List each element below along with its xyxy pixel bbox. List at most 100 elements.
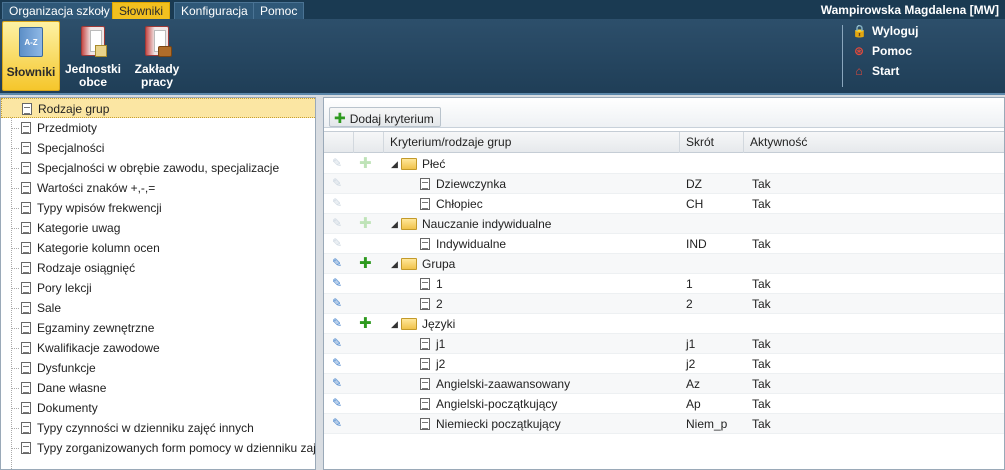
tree-item[interactable]: Kwalifikacje zawodowe [1, 338, 315, 358]
logout-link[interactable]: 🔒 Wyloguj [852, 23, 918, 39]
tree-item[interactable]: Dokumenty [1, 398, 315, 418]
group-row[interactable]: ✎ ✚ ◢ Nauczanie indywidualne [324, 214, 1004, 234]
document-icon [21, 402, 31, 414]
tree-item[interactable]: Typy czynności w dzienniku zajęć innych [1, 418, 315, 438]
folder-icon [401, 218, 417, 230]
tab-organizacja-szkoly[interactable]: Organizacja szkoły [2, 2, 117, 19]
group-row[interactable]: ✎ ✚ ◢ Grupa [324, 254, 1004, 274]
criterion-name-cell: j2 [436, 357, 446, 371]
tree-item[interactable]: Sale [1, 298, 315, 318]
header-criterion[interactable]: Kryterium/rodzaje grup [384, 132, 680, 153]
grid-header: Kryterium/rodzaje grup Skrót Aktywność [324, 131, 1004, 153]
ribbon-button-slowniki[interactable]: A-Z Słowniki [2, 21, 60, 91]
ribbon-button-jednostki-obce[interactable]: Jednostki obce [64, 21, 122, 91]
table-row[interactable]: ✎ Angielski-zaawansowany Az Tak [324, 374, 1004, 394]
tree-item[interactable]: Dane własne [1, 378, 315, 398]
ribbon-button-zaklady-pracy[interactable]: Zakłady pracy [128, 21, 186, 91]
activity-cell: Tak [752, 417, 771, 431]
tree-item[interactable]: Rodzaje osiągnięć [1, 258, 315, 278]
edit-pencil-icon[interactable]: ✎ [332, 417, 342, 430]
document-icon [420, 238, 430, 250]
expand-caret-icon[interactable]: ◢ [391, 214, 398, 234]
tab-pomoc[interactable]: Pomoc [253, 2, 305, 19]
add-item-icon[interactable]: ✚ [359, 154, 372, 174]
edit-pencil-icon[interactable]: ✎ [332, 317, 342, 330]
edit-pencil-icon[interactable]: ✎ [332, 237, 342, 250]
tree-item[interactable]: Specjalności w obrębie zawodu, specjaliz… [1, 158, 315, 178]
add-item-icon[interactable]: ✚ [359, 314, 372, 334]
edit-pencil-icon[interactable]: ✎ [332, 377, 342, 390]
criterion-name-cell: j1 [436, 337, 446, 351]
tree-item[interactable]: Specjalności [1, 138, 315, 158]
edit-pencil-icon[interactable]: ✎ [332, 157, 342, 170]
document-icon [21, 222, 31, 234]
expand-caret-icon[interactable]: ◢ [391, 154, 398, 174]
tree-item-label: Pory lekcji [37, 281, 92, 295]
table-row[interactable]: ✎ Angielski-początkujący Ap Tak [324, 394, 1004, 414]
short-cell: Niem_p [686, 417, 728, 431]
activity-cell: Tak [752, 337, 771, 351]
document-icon [21, 142, 31, 154]
tree-item[interactable]: Egzaminy zewnętrzne [1, 318, 315, 338]
tab-slowniki[interactable]: Słowniki [112, 2, 171, 19]
header-activity[interactable]: Aktywność [744, 132, 1004, 153]
header-short[interactable]: Skrót [680, 132, 744, 153]
tree-item[interactable]: Przedmioty [1, 118, 315, 138]
add-criterion-button[interactable]: ✚ Dodaj kryterium [329, 107, 441, 127]
add-item-icon[interactable]: ✚ [359, 254, 372, 274]
edit-pencil-icon[interactable]: ✎ [332, 297, 342, 310]
help-link[interactable]: ⊛ Pomoc [852, 43, 912, 59]
group-row[interactable]: ✎ ✚ ◢ Języki [324, 314, 1004, 334]
table-row[interactable]: ✎ Indywidualne IND Tak [324, 234, 1004, 254]
expand-caret-icon[interactable]: ◢ [391, 314, 398, 334]
add-item-icon[interactable]: ✚ [359, 214, 372, 234]
folder-icon [401, 158, 417, 170]
add-criterion-label: Dodaj kryterium [349, 112, 434, 126]
document-icon [21, 262, 31, 274]
criterion-name-cell: Chłopiec [436, 197, 483, 211]
edit-pencil-icon[interactable]: ✎ [332, 197, 342, 210]
tree-item-label: Dokumenty [37, 401, 98, 415]
table-row[interactable]: ✎ Niemiecki początkujący Niem_p Tak [324, 414, 1004, 434]
table-row[interactable]: ✎ 1 1 Tak [324, 274, 1004, 294]
document-icon [21, 202, 31, 214]
tree-item-label: Typy czynności w dzienniku zajęć innych [37, 421, 254, 435]
edit-pencil-icon[interactable]: ✎ [332, 277, 342, 290]
edit-pencil-icon[interactable]: ✎ [332, 177, 342, 190]
edit-pencil-icon[interactable]: ✎ [332, 337, 342, 350]
expand-caret-icon[interactable]: ◢ [391, 254, 398, 274]
table-row[interactable]: ✎ j1 j1 Tak [324, 334, 1004, 354]
tree-item[interactable]: Dysfunkcje [1, 358, 315, 378]
short-cell: CH [686, 197, 704, 211]
tree-item-label: Sale [37, 301, 62, 315]
edit-pencil-icon[interactable]: ✎ [332, 397, 342, 410]
document-icon [420, 278, 430, 290]
document-icon [21, 362, 31, 374]
tree-item[interactable]: Pory lekcji [1, 278, 315, 298]
table-row[interactable]: ✎ Dziewczynka DZ Tak [324, 174, 1004, 194]
group-row[interactable]: ✎ ✚ ◢ Płeć [324, 154, 1004, 174]
edit-pencil-icon[interactable]: ✎ [332, 257, 342, 270]
tree-item[interactable]: Kategorie kolumn ocen [1, 238, 315, 258]
criterion-name-cell: Dziewczynka [436, 177, 507, 191]
tree-item[interactable]: Typy wpisów frekwencji [1, 198, 315, 218]
criterion-name-cell: 1 [436, 277, 443, 291]
table-row[interactable]: ✎ j2 j2 Tak [324, 354, 1004, 374]
table-row[interactable]: ✎ Chłopiec CH Tak [324, 194, 1004, 214]
start-link[interactable]: ⌂ Start [852, 63, 899, 79]
header-add-col [354, 132, 384, 153]
top-menu-bar: Organizacja szkoły Słowniki Konfiguracja… [0, 0, 1005, 19]
short-cell: 2 [686, 297, 693, 311]
short-cell: IND [686, 237, 707, 251]
tree-item[interactable]: Rodzaje grup [1, 98, 315, 118]
tree-item[interactable]: Typy zorganizowanych form pomocy w dzien… [1, 438, 315, 458]
tree-item[interactable]: Wartości znaków +,-,= [1, 178, 315, 198]
table-row[interactable]: ✎ 2 2 Tak [324, 294, 1004, 314]
tab-konfiguracja[interactable]: Konfiguracja [174, 2, 255, 19]
edit-pencil-icon[interactable]: ✎ [332, 217, 342, 230]
tree-item[interactable]: Kategorie uwag [1, 218, 315, 238]
short-cell: DZ [686, 177, 702, 191]
edit-pencil-icon[interactable]: ✎ [332, 357, 342, 370]
tree-item-label: Kwalifikacje zawodowe [37, 341, 160, 355]
document-icon [420, 338, 430, 350]
